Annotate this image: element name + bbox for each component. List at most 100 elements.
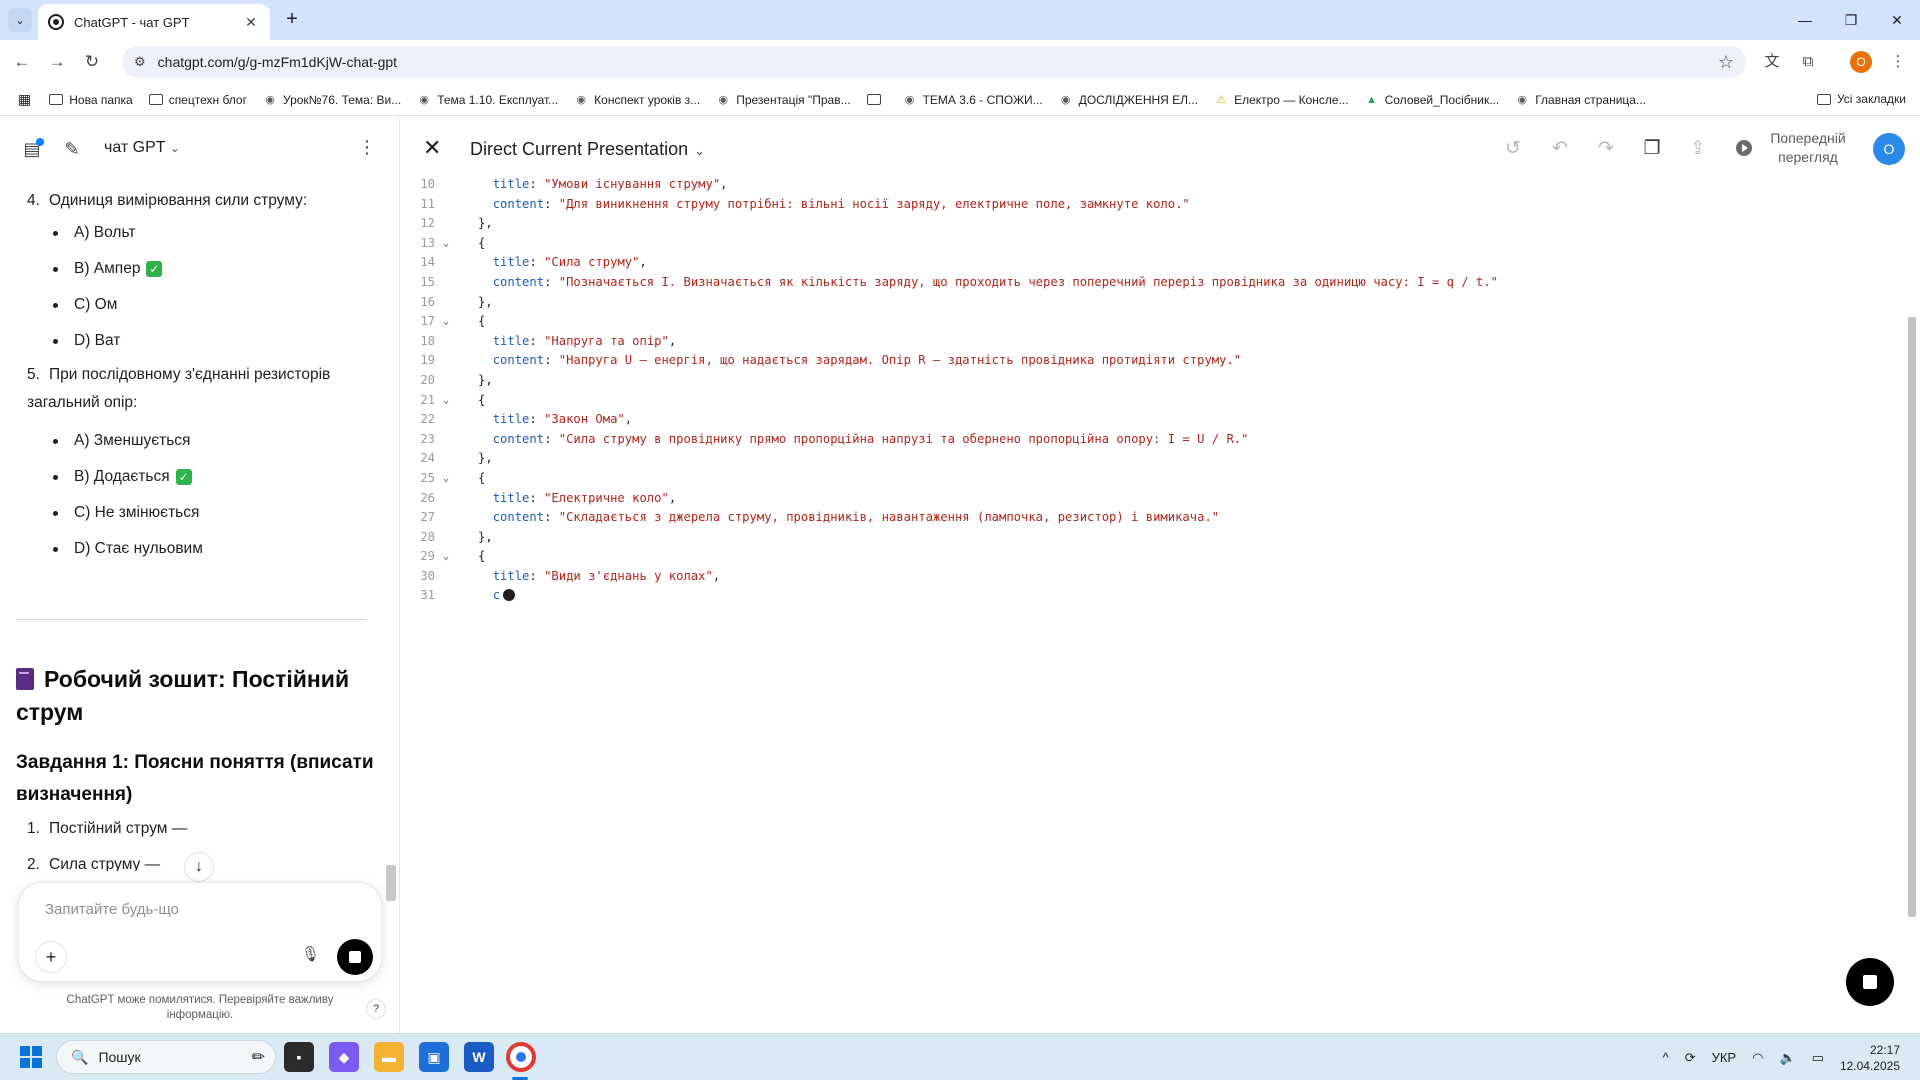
canvas-stop-button[interactable] [1846, 958, 1894, 1006]
fold-chevron-icon[interactable]: ⌄ [439, 234, 453, 254]
bookmark-item[interactable]: ▲ Соловей_Посібник... [1365, 93, 1499, 107]
task-view-icon[interactable]: ▪ [284, 1042, 314, 1072]
sync-icon[interactable]: ⟳ [1685, 1050, 1696, 1066]
composer-input[interactable]: Запитайте будь-що [45, 901, 179, 918]
fold-chevron-icon[interactable]: ⌄ [439, 469, 453, 489]
new-tab-button[interactable]: + [280, 8, 304, 32]
editor-scrollbar[interactable] [1906, 157, 1918, 1033]
code-line[interactable]: 29 ⌄ { [401, 547, 1891, 567]
editor-scrollbar-thumb[interactable] [1908, 317, 1916, 917]
battery-icon[interactable]: ▭ [1812, 1050, 1824, 1066]
stop-generating-button[interactable] [337, 939, 373, 975]
wifi-icon[interactable]: ◠ [1752, 1050, 1763, 1066]
code-line[interactable]: 22 title: "Закон Ома", [401, 410, 1891, 430]
address-bar[interactable]: ⚙ chatgpt.com/g/g-mzFm1dKjW-chat-gpt ☆ [122, 46, 1746, 78]
profile-avatar[interactable]: O [1850, 51, 1872, 73]
code-line[interactable]: 21 ⌄ { [401, 391, 1891, 411]
code-line[interactable]: 13 ⌄ { [401, 234, 1891, 254]
code-line[interactable]: 20}, [401, 371, 1891, 391]
bookmark-item[interactable]: спецтехн блог [148, 93, 247, 107]
copilot-icon[interactable]: ◆ [329, 1042, 359, 1072]
language-indicator[interactable]: УКР [1712, 1050, 1737, 1065]
bookmark-item[interactable]: ◉ Урок№76. Тема: Ви... [263, 93, 401, 107]
code-line[interactable]: 10 title: "Умови існування струму", [401, 175, 1891, 195]
close-canvas-icon[interactable]: ✕ [423, 135, 441, 161]
code-line[interactable]: 16}, [401, 293, 1891, 313]
site-settings-icon[interactable]: ⚙ [134, 54, 146, 70]
browser-menu-icon[interactable]: ⋮ [1886, 50, 1910, 74]
code-line[interactable]: 31 c [401, 586, 1891, 606]
history-icon[interactable]: ↺ [1500, 136, 1526, 162]
message-composer[interactable]: Запитайте будь-що + 🎙 [18, 882, 382, 982]
code-line[interactable]: 24}, [401, 449, 1891, 469]
bookmark-item[interactable] [866, 94, 887, 105]
bookmark-item[interactable]: ◉ Тема 1.10. Експлуат... [417, 93, 558, 107]
fold-chevron-icon[interactable]: ⌄ [439, 391, 453, 411]
tab-close-icon[interactable]: ✕ [242, 14, 260, 31]
volume-icon[interactable]: 🔈 [1779, 1050, 1795, 1066]
code-line[interactable]: 14 title: "Сила струму", [401, 253, 1891, 273]
bookmark-item[interactable]: ◉ Презентація "Прав... [716, 93, 850, 107]
translate-icon[interactable]: 文 [1760, 50, 1784, 74]
code-line[interactable]: 12}, [401, 214, 1891, 234]
code-line[interactable]: 27 content: "Складається з джерела струм… [401, 508, 1891, 528]
bookmark-item[interactable]: ⚠ Електро — Консле... [1214, 93, 1348, 107]
tray-chevron-icon[interactable]: ^ [1663, 1050, 1669, 1065]
redo-icon[interactable]: ↷ [1593, 136, 1619, 162]
chat-scrollbar[interactable] [386, 865, 396, 901]
clock[interactable]: 22:17 12.04.2025 [1840, 1042, 1900, 1074]
gpt-title[interactable]: чат GPT ⌄ [104, 139, 180, 157]
undo-icon[interactable]: ↶ [1547, 136, 1573, 162]
browser-tab[interactable]: ChatGPT - чат GPT ✕ [38, 4, 270, 40]
all-bookmarks[interactable]: Усі закладки [1816, 92, 1906, 106]
extensions-icon[interactable]: ⧉ [1796, 50, 1820, 74]
canvas-title[interactable]: Direct Current Presentation ⌄ [470, 139, 705, 160]
code-line[interactable]: 15 content: "Позначається I. Визначаєтьс… [401, 273, 1891, 293]
file-explorer-icon[interactable]: ▬ [374, 1042, 404, 1072]
microphone-icon[interactable]: 🎙 [301, 945, 320, 963]
share-icon[interactable]: ⇪ [1685, 136, 1711, 162]
bookmark-item[interactable]: ◉ Конспект уроків з... [574, 93, 700, 107]
bookmark-item[interactable]: ◉ ТЕМА 3.6 - СПОЖИ... [903, 93, 1043, 107]
forward-icon[interactable]: → [45, 50, 69, 74]
fold-chevron-icon[interactable]: ⌄ [439, 312, 453, 332]
copy-icon[interactable]: ❐ [1639, 136, 1665, 162]
windows-start-icon[interactable] [20, 1046, 42, 1068]
site-icon: ◉ [1517, 94, 1528, 106]
attach-plus-icon[interactable]: + [35, 941, 67, 973]
preview-button[interactable]: Попередній перегляд [1736, 129, 1854, 167]
restore-icon[interactable]: ❐ [1828, 0, 1874, 40]
reload-icon[interactable]: ↻ [80, 50, 104, 74]
code-editor[interactable]: 10 title: "Умови існування струму", 11 co… [401, 175, 1891, 606]
chrome-icon[interactable] [506, 1042, 536, 1072]
apps-grid-icon[interactable]: ▦ [18, 91, 31, 108]
code-line[interactable]: 30 title: "Види з'єднань у колах", [401, 567, 1891, 587]
close-window-icon[interactable]: ✕ [1874, 0, 1920, 40]
bookmark-label: Урок№76. Тема: Ви... [283, 92, 402, 107]
back-icon[interactable]: ← [10, 50, 34, 74]
store-icon[interactable]: ▣ [419, 1042, 449, 1072]
user-avatar[interactable]: O [1873, 133, 1905, 165]
code-line[interactable]: 25 ⌄ { [401, 469, 1891, 489]
fold-chevron-icon[interactable]: ⌄ [439, 547, 453, 567]
word-icon[interactable]: W [464, 1042, 494, 1072]
code-line[interactable]: 19 content: "Напруга U — енергія, що над… [401, 351, 1891, 371]
taskbar-search[interactable]: 🔍 Пошук ✏ [56, 1040, 276, 1074]
code-line[interactable]: 26 title: "Електричне коло", [401, 489, 1891, 509]
bookmark-star-icon[interactable]: ☆ [1718, 52, 1734, 73]
bookmark-item[interactable]: ◉ Главная страница... [1515, 93, 1646, 107]
minimize-icon[interactable]: — [1782, 0, 1828, 40]
bookmark-item[interactable]: ◉ ДОСЛІДЖЕННЯ ЕЛ... [1059, 93, 1198, 107]
bookmark-item[interactable]: Нова папка [49, 93, 133, 107]
new-chat-icon[interactable]: ✎ [60, 137, 84, 161]
code-line[interactable]: 17 ⌄ { [401, 312, 1891, 332]
tab-search-icon[interactable]: ⌄ [8, 8, 32, 32]
code-line[interactable]: 11 content: "Для виникнення струму потрі… [401, 195, 1891, 215]
scroll-down-button[interactable]: ↓ [184, 852, 214, 882]
chevron-down-icon: ⌄ [694, 143, 705, 158]
code-line[interactable]: 23 content: "Сила струму в провіднику пр… [401, 430, 1891, 450]
code-line[interactable]: 18 title: "Напруга та опір", [401, 332, 1891, 352]
help-icon[interactable]: ? [366, 999, 386, 1019]
code-line[interactable]: 28}, [401, 528, 1891, 548]
more-options-icon[interactable]: ⋮ [358, 137, 376, 158]
